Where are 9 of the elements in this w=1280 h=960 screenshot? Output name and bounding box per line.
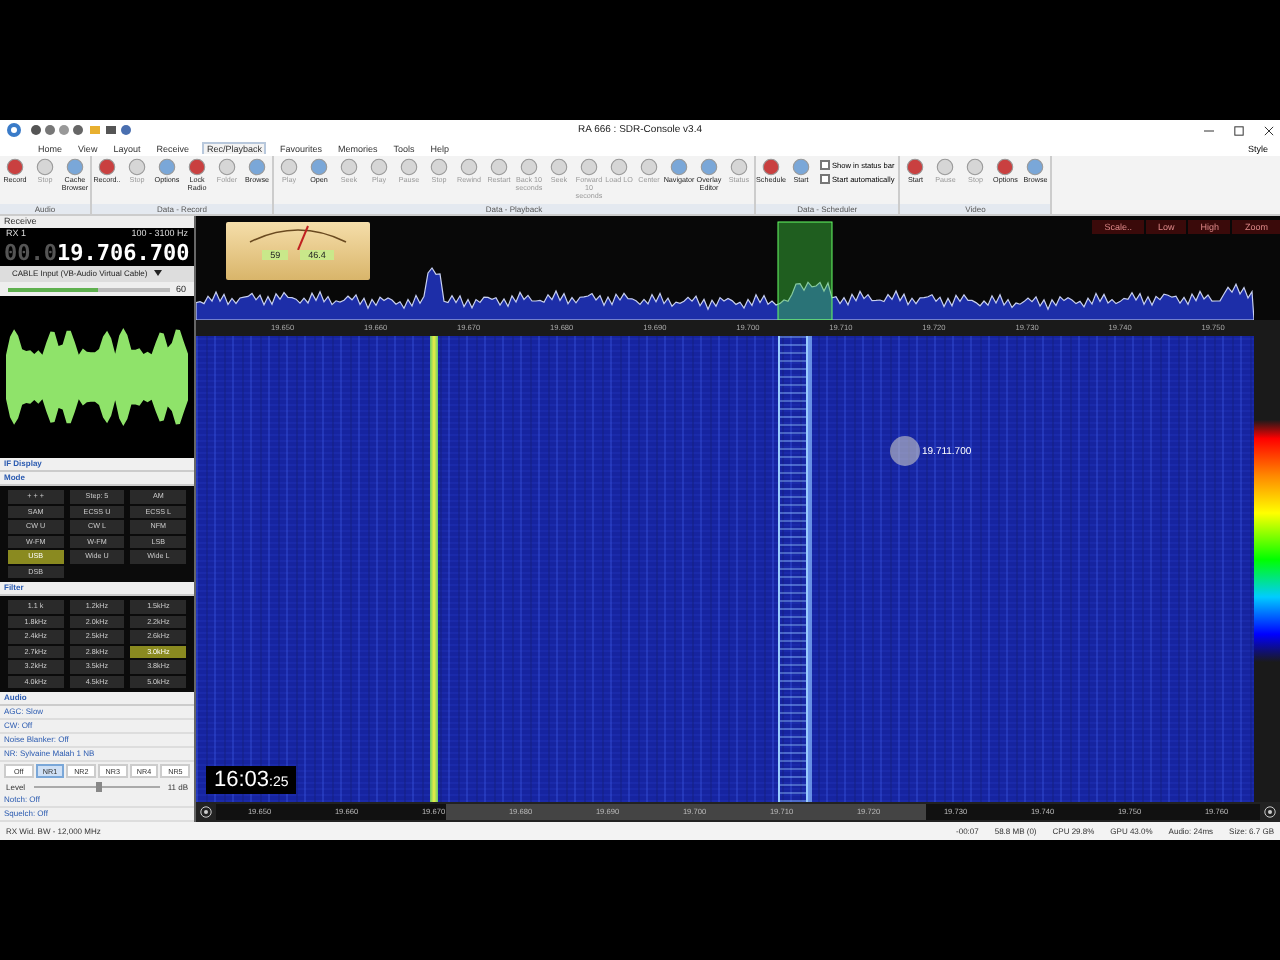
minimize-icon[interactable] bbox=[1204, 125, 1215, 135]
checkbox[interactable] bbox=[820, 160, 830, 170]
caret-icon bbox=[153, 270, 162, 276]
frequency-display[interactable]: 00.019.706.700 bbox=[0, 240, 194, 266]
checkbox[interactable] bbox=[820, 174, 830, 184]
maximize-icon[interactable] bbox=[1234, 125, 1245, 135]
clock-time: 16:03 bbox=[214, 768, 270, 792]
cursor-ring-icon bbox=[890, 436, 920, 466]
close-icon[interactable] bbox=[1264, 125, 1275, 135]
